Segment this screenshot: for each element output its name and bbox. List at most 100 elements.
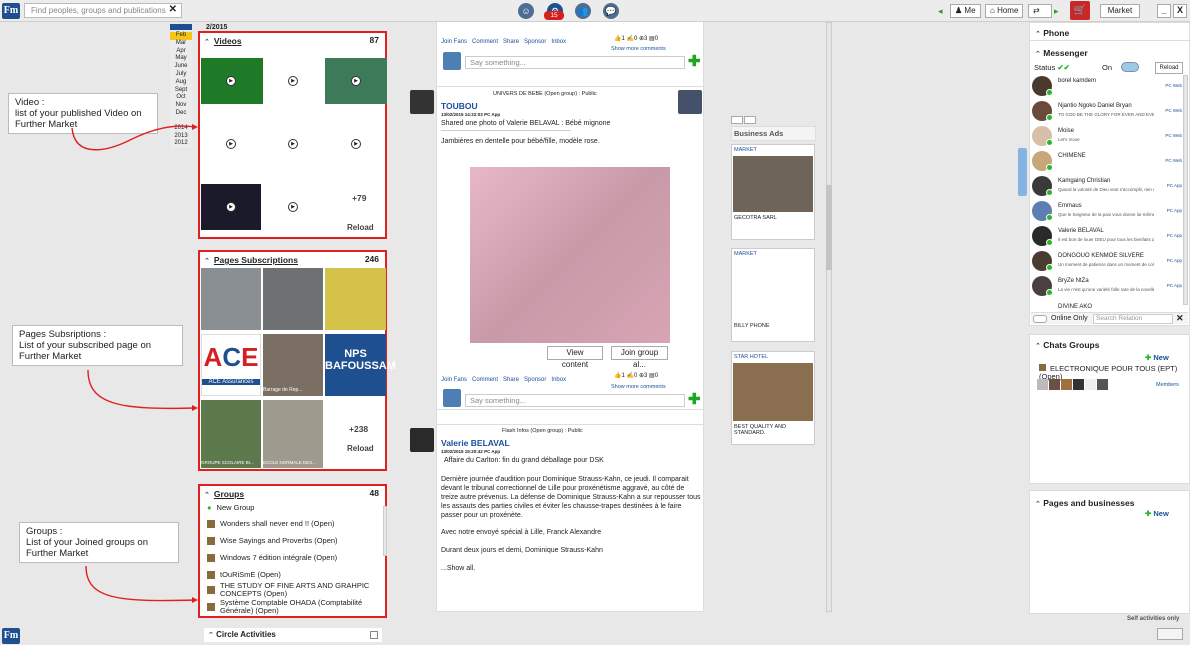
- play-icon[interactable]: ▶: [226, 76, 236, 86]
- join-fans-link[interactable]: Join Fans: [441, 377, 467, 383]
- page-thumbnail[interactable]: GROUPE SCOLAIRE BI...: [201, 400, 261, 468]
- contact-item[interactable]: CHIMENE PC Web: [1032, 150, 1182, 174]
- sponsor-link[interactable]: Sponsor: [524, 377, 546, 383]
- ads-toggle[interactable]: [731, 116, 743, 124]
- play-icon[interactable]: ▶: [288, 139, 298, 149]
- me-button[interactable]: ♟ Me: [950, 4, 981, 18]
- pages-reload-button[interactable]: Reload: [347, 444, 374, 453]
- more-videos[interactable]: +79: [352, 193, 366, 203]
- post-author[interactable]: Valerie BELAVAL: [441, 438, 510, 448]
- switch-icon[interactable]: ⇄: [1028, 4, 1052, 18]
- expand-icon[interactable]: [370, 631, 378, 639]
- group-item[interactable]: Wise Sayings and Proverbs (Open): [207, 536, 382, 552]
- ad-card[interactable]: MARKET GECOTRA SARL: [731, 144, 815, 240]
- feed-scroll-thumb[interactable]: [826, 185, 832, 270]
- reload-button[interactable]: Reload: [1155, 62, 1183, 74]
- show-all-link[interactable]: ...Show all.: [441, 565, 475, 572]
- new-group-item[interactable]: ● New Group: [207, 503, 382, 519]
- comment-link[interactable]: Comment: [472, 377, 498, 383]
- back-arrow-icon[interactable]: ◂: [938, 6, 943, 17]
- view-content-button[interactable]: View content: [547, 346, 603, 369]
- status-toggle[interactable]: [1121, 62, 1139, 72]
- home-button[interactable]: ⌂ Home: [985, 4, 1024, 18]
- play-icon[interactable]: ▶: [288, 202, 298, 212]
- contact-item[interactable]: borel kamdem PC Web: [1032, 75, 1182, 99]
- chats-groups-header[interactable]: ⌃ Chats Groups: [1031, 336, 1103, 354]
- post-group-label[interactable]: Flash Infos (Open group) : Public: [502, 428, 583, 434]
- post-image[interactable]: [470, 167, 670, 343]
- page-thumbnail[interactable]: NPS BAFOUSSAM: [325, 334, 396, 396]
- show-more-comments[interactable]: Show more comments: [611, 46, 666, 52]
- play-icon[interactable]: ▶: [226, 202, 236, 212]
- join-fans-link[interactable]: Join Fans: [441, 39, 467, 45]
- page-thumbnail[interactable]: [325, 268, 386, 330]
- ads-toggle[interactable]: [744, 116, 756, 124]
- comment-link[interactable]: Comment: [472, 39, 498, 45]
- collapse-icon[interactable]: ⌃: [204, 492, 210, 499]
- reaction-counts[interactable]: 👍1 ✍0 ⊕3 ▤0: [614, 35, 658, 42]
- page-thumbnail[interactable]: ACE ACE Assurances: [201, 334, 261, 396]
- share-link[interactable]: Share: [503, 377, 519, 383]
- add-comment-icon[interactable]: ✚: [688, 52, 701, 70]
- add-comment-icon[interactable]: ✚: [688, 390, 701, 408]
- profile-icon[interactable]: ☺: [518, 3, 534, 19]
- author-avatar[interactable]: [410, 90, 434, 114]
- messenger-header[interactable]: ⌃ Messenger: [1031, 44, 1092, 62]
- ad-card[interactable]: MARKET BILLY PHONE: [731, 248, 815, 342]
- contact-item[interactable]: Njantio Ngoko Daniel Bryan TO GOD BE THE …: [1032, 100, 1182, 124]
- circle-activities-bar[interactable]: ⌃ Circle Activities: [204, 628, 382, 642]
- members-link[interactable]: Members: [1156, 382, 1179, 388]
- play-icon[interactable]: ▶: [226, 139, 236, 149]
- group-item[interactable]: THE STUDY OF FINE ARTS AND GRAHPIC CONCE…: [207, 582, 382, 598]
- clear-search-icon[interactable]: ✕: [1176, 313, 1184, 324]
- play-icon[interactable]: ▶: [288, 76, 298, 86]
- videos-reload-button[interactable]: Reload: [347, 223, 374, 232]
- contact-item[interactable]: Valerie BELAVAL Il est bon de louer DIEU …: [1032, 225, 1182, 249]
- market-button[interactable]: Market: [1100, 4, 1140, 18]
- collapse-icon[interactable]: ⌃: [204, 258, 210, 265]
- close-button[interactable]: X: [1173, 4, 1187, 18]
- group-item[interactable]: Système Comptable OHADA (Comptabilité Gé…: [207, 599, 382, 617]
- inbox-link[interactable]: Inbox: [551, 39, 566, 45]
- contact-item[interactable]: DIVINE AKO: [1032, 300, 1182, 310]
- sponsor-link[interactable]: Sponsor: [524, 39, 546, 45]
- minimize-button[interactable]: _: [1157, 4, 1171, 18]
- contact-item[interactable]: Moise Let's move PC Web: [1032, 125, 1182, 149]
- self-activities-toggle[interactable]: [1157, 628, 1183, 640]
- page-thumbnail[interactable]: [263, 268, 323, 330]
- contact-item[interactable]: BryZe NtZa La vie n'est qu'une variété fo…: [1032, 275, 1182, 299]
- post-group-label[interactable]: UNIVERS DE BEBE (Open group) : Public: [493, 91, 597, 97]
- videos-title[interactable]: Videos: [214, 36, 242, 46]
- comment-input[interactable]: Say something...: [465, 394, 685, 407]
- pages-title[interactable]: Pages Subscriptions: [214, 255, 298, 265]
- group-item[interactable]: Wonders shall never end !! (Open): [207, 519, 382, 535]
- play-icon[interactable]: ▶: [351, 139, 361, 149]
- post-author[interactable]: TOUBOU: [441, 101, 478, 111]
- new-page-button[interactable]: ✚ New: [1145, 509, 1169, 518]
- contact-item[interactable]: Emmaus Que le Seigneur de la paix vous do…: [1032, 200, 1182, 224]
- contact-item[interactable]: DONGOUO KENMOE SILVERE Un moment de patie…: [1032, 250, 1182, 274]
- author-avatar[interactable]: [410, 428, 434, 452]
- reaction-counts[interactable]: 👍1 ✍0 ⊕3 ▤0: [614, 372, 658, 379]
- page-thumbnail[interactable]: Barrage de Rep...: [263, 334, 323, 396]
- page-thumbnail[interactable]: ECOLE NORMALE DES...: [263, 400, 323, 468]
- collapse-icon[interactable]: ⌃: [204, 39, 210, 46]
- share-link[interactable]: Share: [503, 39, 519, 45]
- forward-arrow-icon[interactable]: ▸: [1054, 6, 1059, 17]
- online-only-toggle[interactable]: [1033, 315, 1047, 323]
- contacts-icon[interactable]: 👥: [575, 3, 591, 19]
- comment-input[interactable]: Say something...: [465, 56, 685, 69]
- ad-card[interactable]: STAR HOTEL BEST QUALITY AND STANDARD.: [731, 351, 815, 445]
- page-thumbnail[interactable]: [201, 268, 261, 330]
- play-icon[interactable]: ▶: [351, 76, 361, 86]
- groups-scrollbar[interactable]: [383, 506, 387, 556]
- chat-icon[interactable]: 💬: [603, 3, 619, 19]
- group-item[interactable]: Windows 7 édition intégrale (Open): [207, 553, 382, 569]
- contact-item[interactable]: Kamgaing Christian Quand la volonté de Di…: [1032, 175, 1182, 199]
- feed-scrollbar[interactable]: [826, 22, 832, 612]
- join-group-button[interactable]: Join group al...: [611, 346, 668, 369]
- groups-title[interactable]: Groups: [214, 489, 244, 499]
- contacts-scrollbar[interactable]: [1183, 75, 1188, 305]
- market-cart-icon[interactable]: 🛒: [1070, 1, 1090, 20]
- inbox-link[interactable]: Inbox: [551, 377, 566, 383]
